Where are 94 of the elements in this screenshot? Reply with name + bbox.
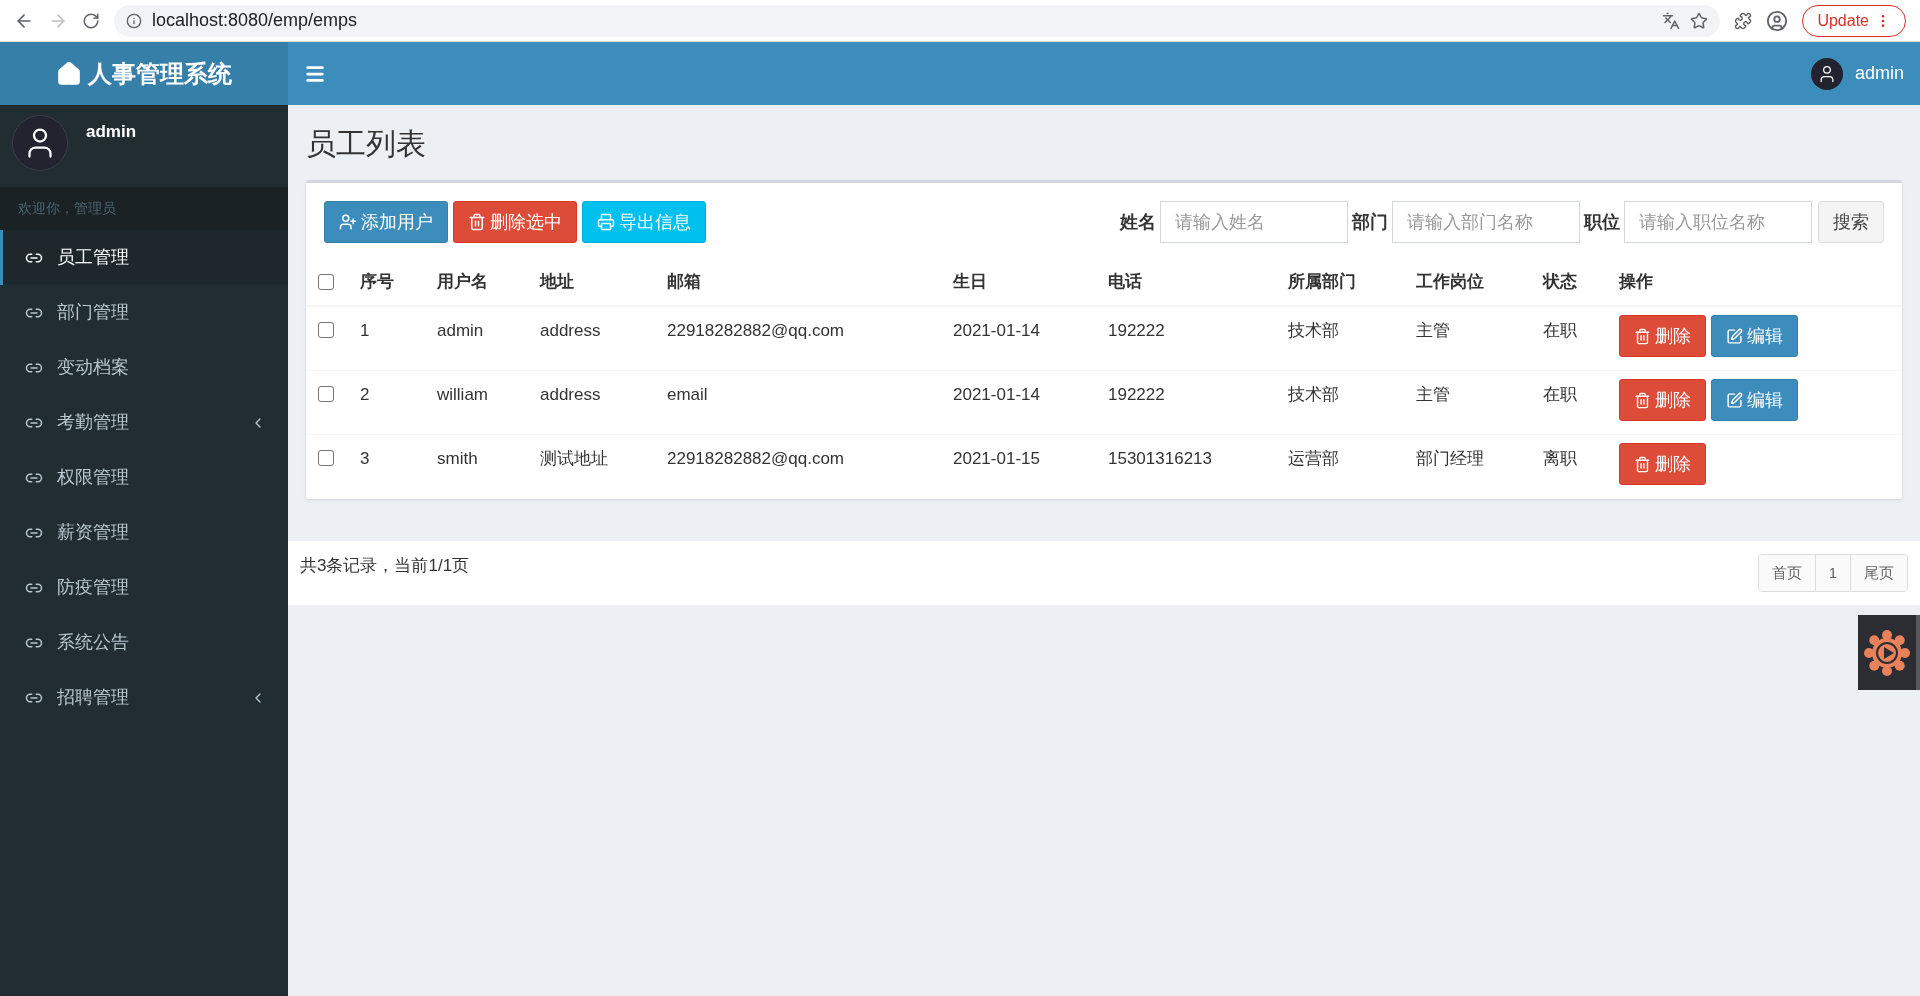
table-cell: 在职 xyxy=(1543,385,1577,404)
table-cell: admin xyxy=(437,321,484,340)
column-header: 生日 xyxy=(953,272,987,292)
table-cell: smith xyxy=(437,449,478,468)
pagination-link[interactable]: 尾页 xyxy=(1850,555,1907,591)
table-cell: 在职 xyxy=(1543,321,1577,340)
table-cell: 测试地址 xyxy=(540,449,608,468)
pagination-link[interactable]: 首页 xyxy=(1758,555,1815,591)
delete-button[interactable]: 删除 xyxy=(1619,379,1706,421)
trash-icon xyxy=(1634,391,1651,409)
column-header: 状态 xyxy=(1543,272,1577,292)
column-header: 邮箱 xyxy=(667,272,701,292)
sidebar-item[interactable]: 系统公告 xyxy=(0,615,288,670)
table-cell: william xyxy=(437,385,488,404)
table-cell: address xyxy=(540,385,601,404)
table-cell: 主管 xyxy=(1416,321,1450,340)
delete-button[interactable]: 删除 xyxy=(1619,443,1706,485)
translate-icon[interactable] xyxy=(1662,11,1681,30)
table-cell: 1 xyxy=(360,321,370,340)
delete-selected-button[interactable]: 删除选中 xyxy=(453,201,577,243)
sidebar-item[interactable]: 考勤管理 xyxy=(0,395,288,450)
sidebar-item[interactable]: 权限管理 xyxy=(0,450,288,505)
table-cell: 离职 xyxy=(1543,449,1577,468)
search-button[interactable]: 搜索 xyxy=(1818,201,1884,243)
app-title[interactable]: 人事管理系统 xyxy=(88,55,232,92)
table-cell: 运营部 xyxy=(1288,449,1339,468)
filter-label: 部门 xyxy=(1352,210,1388,234)
sidebar-item[interactable]: 变动档案 xyxy=(0,340,288,395)
avatar-icon xyxy=(12,115,68,171)
filter-field[interactable]: 请输入部门名称 xyxy=(1392,201,1580,243)
table-cell: 15301316213 xyxy=(1108,449,1212,468)
address-bar[interactable]: localhost:8080/emp/emps xyxy=(114,4,1721,37)
sidebar-item[interactable]: 部门管理 xyxy=(0,285,288,340)
table-cell: 部门经理 xyxy=(1416,449,1484,468)
sidebar-username: admin xyxy=(86,121,137,143)
column-header: 所属部门 xyxy=(1288,272,1356,292)
filter-label: 姓名 xyxy=(1120,210,1156,234)
url-text: localhost:8080/emp/emps xyxy=(152,9,358,32)
welcome-text: 欢迎你，管理员 xyxy=(18,199,116,218)
filter-field[interactable]: 请输入职位名称 xyxy=(1624,201,1812,243)
table-cell: 技术部 xyxy=(1288,321,1339,340)
edit-button[interactable]: 编辑 xyxy=(1711,379,1798,421)
table-cell: 3 xyxy=(360,449,370,468)
printer-icon xyxy=(597,213,615,231)
trash-icon xyxy=(1634,455,1651,473)
table-cell: 技术部 xyxy=(1288,385,1339,404)
user-avatar-icon[interactable] xyxy=(1810,57,1843,90)
sidebar-item[interactable]: 防疫管理 xyxy=(0,560,288,615)
home-icon[interactable] xyxy=(56,60,82,87)
filter-label: 职位 xyxy=(1584,210,1620,234)
sidebar-item[interactable]: 薪资管理 xyxy=(0,505,288,560)
delete-button[interactable]: 删除 xyxy=(1619,315,1706,357)
table-cell: 2021-01-15 xyxy=(953,449,1040,468)
sunflower-play-icon xyxy=(1864,629,1910,676)
table-cell: address xyxy=(540,321,601,340)
column-header: 序号 xyxy=(360,272,394,292)
table-cell: 主管 xyxy=(1416,385,1450,404)
column-header: 地址 xyxy=(540,272,574,292)
sidebar-item[interactable]: 员工管理 xyxy=(0,230,288,285)
extensions-icon[interactable] xyxy=(1734,11,1753,30)
floating-player-widget[interactable] xyxy=(1858,615,1920,690)
sidebar-item[interactable]: 招聘管理 xyxy=(0,670,288,725)
record-summary: 共3条记录，当前1/1页 xyxy=(300,555,470,577)
table-cell: 192222 xyxy=(1108,385,1165,404)
table-cell: 22918282882@qq.com xyxy=(667,321,844,340)
row-checkbox[interactable] xyxy=(318,450,334,466)
edit-icon xyxy=(1726,327,1743,345)
table-cell: 2021-01-14 xyxy=(953,321,1040,340)
table-cell: 2021-01-14 xyxy=(953,385,1040,404)
trash-icon xyxy=(1634,327,1651,345)
column-header: 电话 xyxy=(1108,272,1142,292)
column-header: 操作 xyxy=(1619,272,1653,292)
column-header: 工作岗位 xyxy=(1416,272,1484,292)
table-cell: email xyxy=(667,385,708,404)
add-user-button[interactable]: 添加用户 xyxy=(324,201,448,243)
pagination-link[interactable]: 1 xyxy=(1814,555,1850,591)
row-checkbox[interactable] xyxy=(318,386,334,402)
trash-icon xyxy=(468,213,486,231)
table-cell: 2 xyxy=(360,385,370,404)
user-plus-icon xyxy=(339,213,357,231)
row-checkbox[interactable] xyxy=(318,322,334,338)
table-cell: 22918282882@qq.com xyxy=(667,449,844,468)
table-cell: 192222 xyxy=(1108,321,1165,340)
page-title: 员工列表 xyxy=(306,127,426,160)
filter-field[interactable]: 请输入姓名 xyxy=(1160,201,1348,243)
column-header: 用户名 xyxy=(437,272,488,292)
edit-icon xyxy=(1726,391,1743,409)
reload-icon[interactable] xyxy=(82,11,100,30)
profile-icon[interactable] xyxy=(1766,9,1789,32)
select-all-checkbox[interactable] xyxy=(318,274,334,290)
edit-button[interactable]: 编辑 xyxy=(1711,315,1798,357)
bookmark-star-icon[interactable] xyxy=(1690,11,1709,30)
header-username[interactable]: admin xyxy=(1854,60,1904,87)
info-icon[interactable] xyxy=(126,12,142,29)
